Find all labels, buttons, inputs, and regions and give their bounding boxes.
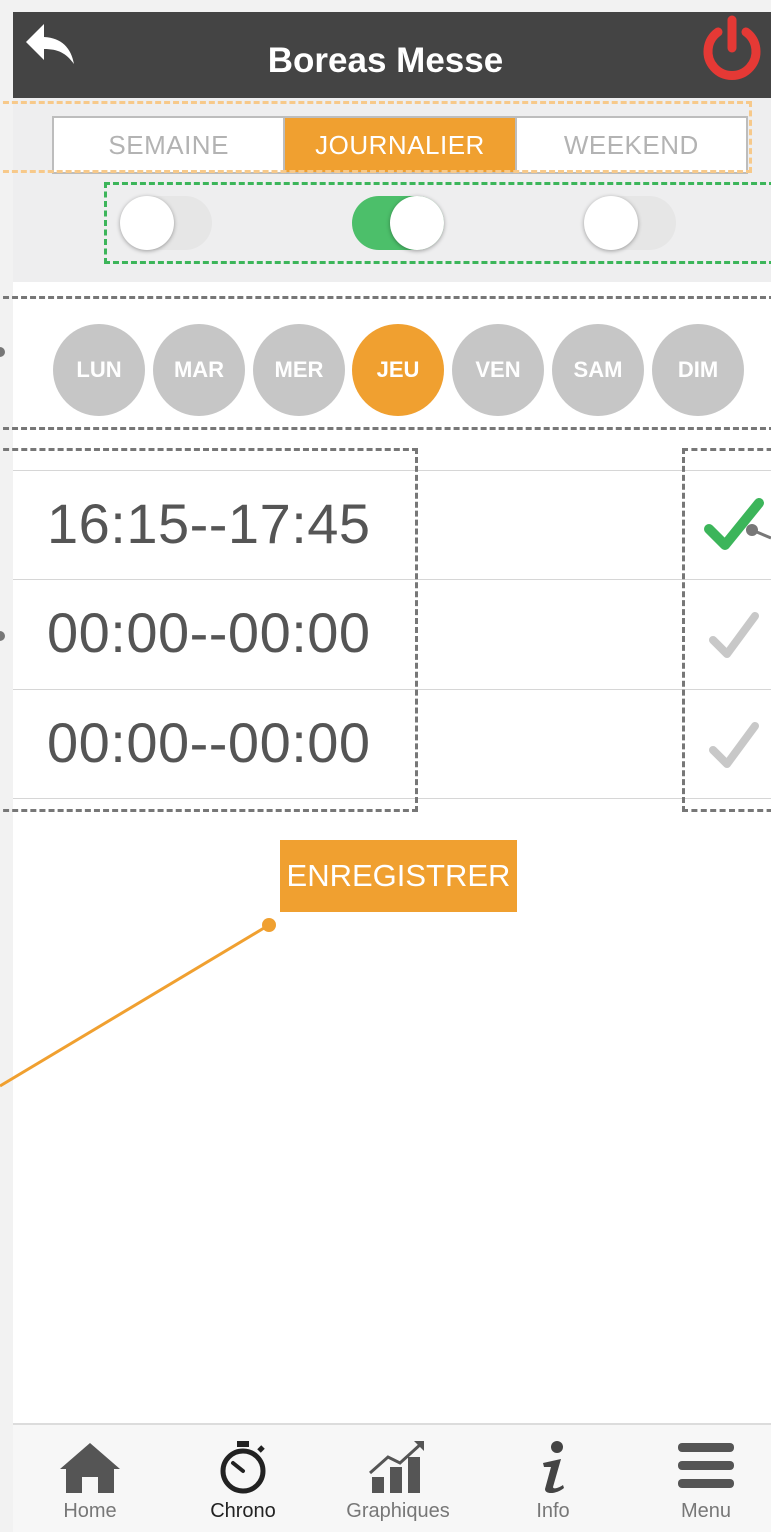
day-button-dim[interactable]: DIM — [652, 324, 744, 416]
toggle-knob — [390, 196, 444, 250]
save-button[interactable]: ENREGISTRER — [280, 840, 517, 912]
toggle-semaine[interactable] — [120, 196, 212, 250]
tabs-highlight-outline — [0, 101, 752, 173]
info-icon — [483, 1439, 623, 1495]
day-button-jeu[interactable]: JEU — [352, 324, 444, 416]
chart-icon — [328, 1439, 468, 1495]
toggle-knob — [120, 196, 174, 250]
nav-label: Menu — [680, 1500, 732, 1522]
toggle-knob — [584, 196, 638, 250]
toggle-journalier[interactable] — [352, 196, 444, 250]
home-icon — [20, 1439, 160, 1495]
toggle-weekend[interactable] — [584, 196, 676, 250]
nav-home[interactable]: Home — [20, 1425, 160, 1532]
checks-highlight-outline — [682, 448, 771, 812]
nav-menu[interactable]: Menu — [636, 1425, 771, 1532]
power-icon[interactable] — [696, 12, 768, 84]
times-highlight-outline — [0, 448, 418, 812]
menu-icon — [636, 1439, 771, 1495]
bottom-nav: Home Chrono Graphiques Info Menu — [13, 1423, 771, 1532]
day-button-lun[interactable]: LUN — [53, 324, 145, 416]
stopwatch-icon — [173, 1439, 313, 1495]
nav-label: Chrono — [210, 1500, 276, 1522]
nav-graphiques[interactable]: Graphiques — [328, 1425, 468, 1532]
nav-chrono[interactable]: Chrono — [173, 1425, 313, 1532]
day-button-mar[interactable]: MAR — [153, 324, 245, 416]
day-button-ven[interactable]: VEN — [452, 324, 544, 416]
page-title: Boreas Messe — [267, 41, 504, 80]
nav-info[interactable]: Info — [483, 1425, 623, 1532]
day-button-sam[interactable]: SAM — [552, 324, 644, 416]
nav-label: Graphiques — [346, 1500, 450, 1522]
nav-label: Home — [63, 1500, 117, 1522]
nav-label: Info — [536, 1500, 570, 1522]
day-button-mer[interactable]: MER — [253, 324, 345, 416]
